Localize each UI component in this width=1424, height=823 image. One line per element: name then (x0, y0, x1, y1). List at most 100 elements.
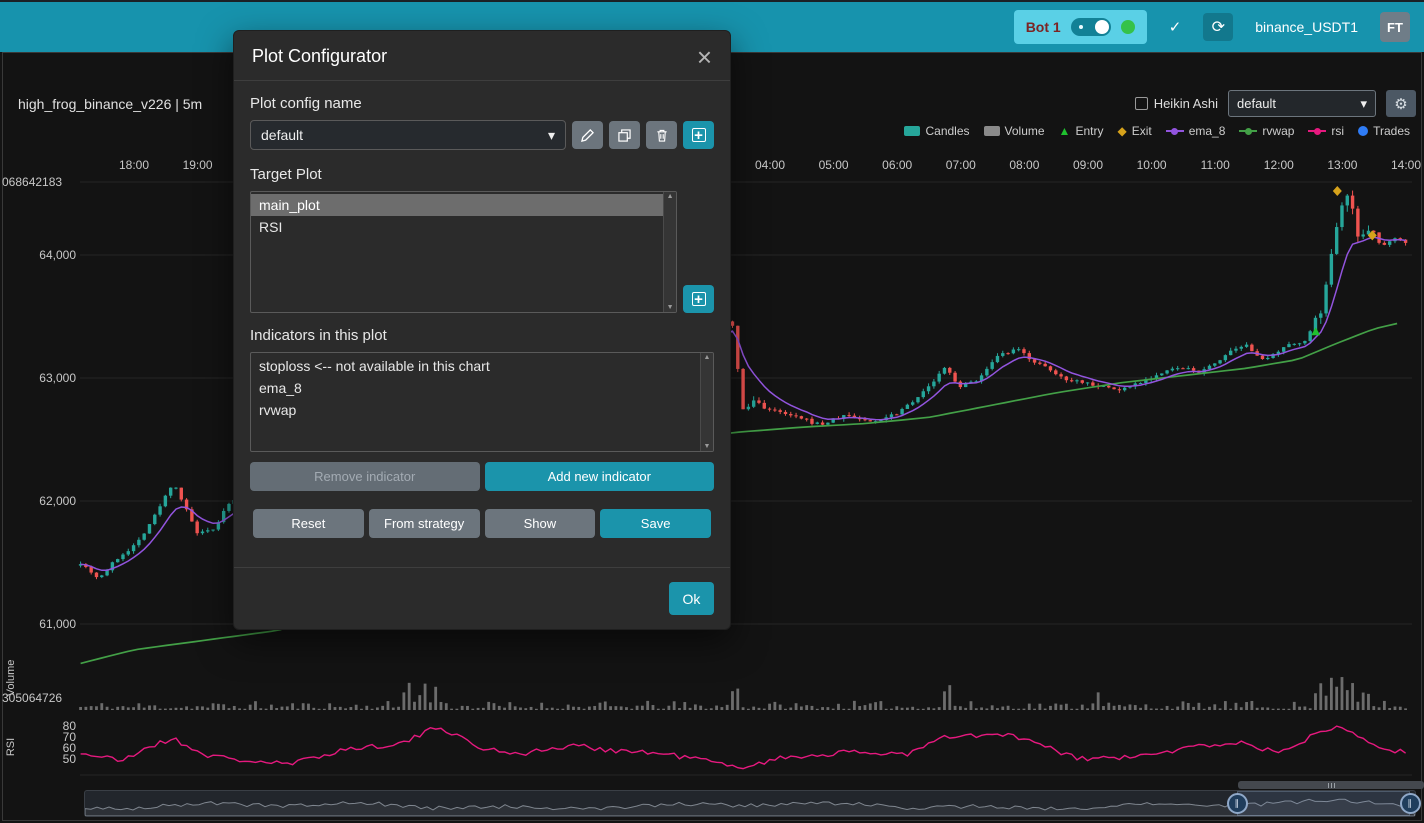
indicator-option[interactable]: rvwap (251, 399, 700, 421)
toggle-on-dot (1079, 25, 1083, 29)
target-plot-option[interactable]: RSI (251, 216, 663, 238)
svg-text:10:00: 10:00 (1137, 158, 1167, 172)
legend-item-volume[interactable]: Volume (984, 124, 1045, 138)
bot-selector[interactable]: Bot 1 (1014, 10, 1147, 44)
gear-icon[interactable]: ⚙ (1386, 90, 1416, 117)
heikin-ashi-checkbox[interactable] (1135, 97, 1148, 110)
add-plot-button[interactable]: + (683, 285, 714, 313)
indicators-listbox[interactable]: stoploss <-- not available in this chart… (250, 352, 714, 452)
indicator-option[interactable]: ema_8 (251, 377, 700, 399)
modal-title: Plot Configurator (252, 46, 387, 67)
remove-indicator-button[interactable]: Remove indicator (250, 462, 480, 491)
from-strategy-button[interactable]: From strategy (369, 509, 480, 538)
entry-marker-icon: ▲ (1059, 126, 1071, 136)
svg-text:068642183: 068642183 (2, 175, 62, 189)
delete-config-button[interactable] (646, 121, 677, 149)
target-plot-label: Target Plot (250, 166, 714, 183)
svg-text:Volume: Volume (5, 660, 17, 697)
listbox-scrollbar[interactable]: ▲ ▼ (700, 353, 713, 451)
plus-icon: + (692, 128, 706, 142)
exit-marker-icon: ◆ (1117, 126, 1126, 136)
toggle-knob (1095, 20, 1109, 34)
scroll-up-icon[interactable]: ▲ (667, 193, 674, 200)
indicators-label: Indicators in this plot (250, 327, 714, 344)
svg-text:04:00: 04:00 (755, 158, 785, 172)
bot-toggle[interactable] (1071, 18, 1111, 36)
pair-label[interactable]: binance_USDT1 (1255, 19, 1358, 35)
legend-label: rsi (1331, 124, 1344, 138)
legend-item-candles[interactable]: Candles (904, 124, 969, 138)
rsi-marker-icon (1308, 127, 1326, 136)
ema_8-marker-icon (1166, 127, 1184, 136)
ft-avatar-button[interactable]: FT (1380, 12, 1410, 42)
chevron-down-icon: ▾ (548, 127, 555, 144)
scrollbar-grip (1328, 783, 1329, 788)
duplicate-config-button[interactable] (609, 121, 640, 149)
target-plot-listbox[interactable]: main_plotRSI ▲ ▼ (250, 191, 677, 313)
datazoom-handle-right[interactable]: ∥ (1400, 793, 1421, 814)
svg-text:62,000: 62,000 (39, 494, 76, 508)
scroll-down-icon[interactable]: ▼ (704, 443, 711, 450)
listbox-scrollbar[interactable]: ▲ ▼ (663, 192, 676, 312)
svg-text:61,000: 61,000 (39, 617, 76, 631)
exit-marker (1333, 186, 1342, 196)
svg-text:19:00: 19:00 (183, 158, 213, 172)
chevron-down-icon: ▾ (1360, 96, 1367, 112)
indicator-option[interactable]: stoploss <-- not available in this chart (251, 355, 700, 377)
navigator-preview (85, 791, 1415, 816)
svg-text:14:00: 14:00 (1391, 158, 1421, 172)
show-button[interactable]: Show (485, 509, 596, 538)
legend-label: rvwap (1262, 124, 1294, 138)
heikin-ashi-control[interactable]: Heikin Ashi (1135, 96, 1218, 111)
plus-icon: + (692, 292, 706, 306)
legend-item-trades[interactable]: Trades (1358, 124, 1410, 138)
copy-icon (618, 129, 631, 142)
heikin-ashi-label: Heikin Ashi (1154, 96, 1218, 111)
legend-label: ema_8 (1189, 124, 1226, 138)
chart-legend: Candles Volume ▲Entry ◆Exit ema_8 rvwap rsi Tra… (904, 124, 1410, 138)
legend-label: Trades (1373, 124, 1410, 138)
legend-item-rsi[interactable]: rsi (1308, 124, 1344, 138)
trades-marker-icon (1358, 126, 1368, 136)
reset-button[interactable]: Reset (253, 509, 364, 538)
legend-item-ema_8[interactable]: ema_8 (1166, 124, 1226, 138)
config-name-select[interactable]: default ▾ (250, 120, 566, 150)
candles-marker-icon (904, 126, 920, 136)
legend-item-rvwap[interactable]: rvwap (1239, 124, 1294, 138)
legend-label: Volume (1005, 124, 1045, 138)
check-icon: ✓ (1169, 18, 1182, 36)
target-plot-option[interactable]: main_plot (251, 194, 663, 216)
scroll-up-icon[interactable]: ▲ (704, 354, 711, 361)
svg-text:64,000: 64,000 (39, 248, 76, 262)
rsi-line (81, 726, 1406, 769)
legend-item-exit[interactable]: ◆Exit (1117, 124, 1151, 138)
add-new-indicator-button[interactable]: Add new indicator (485, 462, 715, 491)
config-name-label: Plot config name (250, 95, 714, 112)
ok-button[interactable]: Ok (669, 582, 714, 615)
trash-icon (656, 129, 668, 142)
svg-text:06:00: 06:00 (882, 158, 912, 172)
online-status-dot (1121, 20, 1135, 34)
svg-text:13:00: 13:00 (1327, 158, 1357, 172)
pencil-icon (581, 129, 594, 142)
svg-text:09:00: 09:00 (1073, 158, 1103, 172)
svg-text:18:00: 18:00 (119, 158, 149, 172)
scroll-down-icon[interactable]: ▼ (667, 304, 674, 311)
bot-name-label: Bot 1 (1026, 19, 1061, 35)
datazoom-handle-left[interactable]: ∥ (1227, 793, 1248, 814)
svg-text:08:00: 08:00 (1009, 158, 1039, 172)
plot-config-select[interactable]: default ▾ (1228, 90, 1376, 117)
add-config-button[interactable]: + (683, 121, 714, 149)
svg-text:05:00: 05:00 (819, 158, 849, 172)
datazoom-window[interactable] (1237, 791, 1410, 816)
reload-button[interactable]: ⟳ (1203, 13, 1233, 41)
close-icon[interactable]: × (697, 47, 712, 67)
svg-text:50: 50 (63, 752, 77, 766)
save-button[interactable]: Save (600, 509, 711, 538)
datazoom-navigator[interactable]: ∥ ∥ (84, 790, 1416, 817)
svg-text:63,000: 63,000 (39, 371, 76, 385)
legend-item-entry[interactable]: ▲Entry (1059, 124, 1104, 138)
chart-hscrollbar[interactable] (1238, 781, 1424, 789)
volume-bars (79, 677, 1407, 710)
edit-config-button[interactable] (572, 121, 603, 149)
